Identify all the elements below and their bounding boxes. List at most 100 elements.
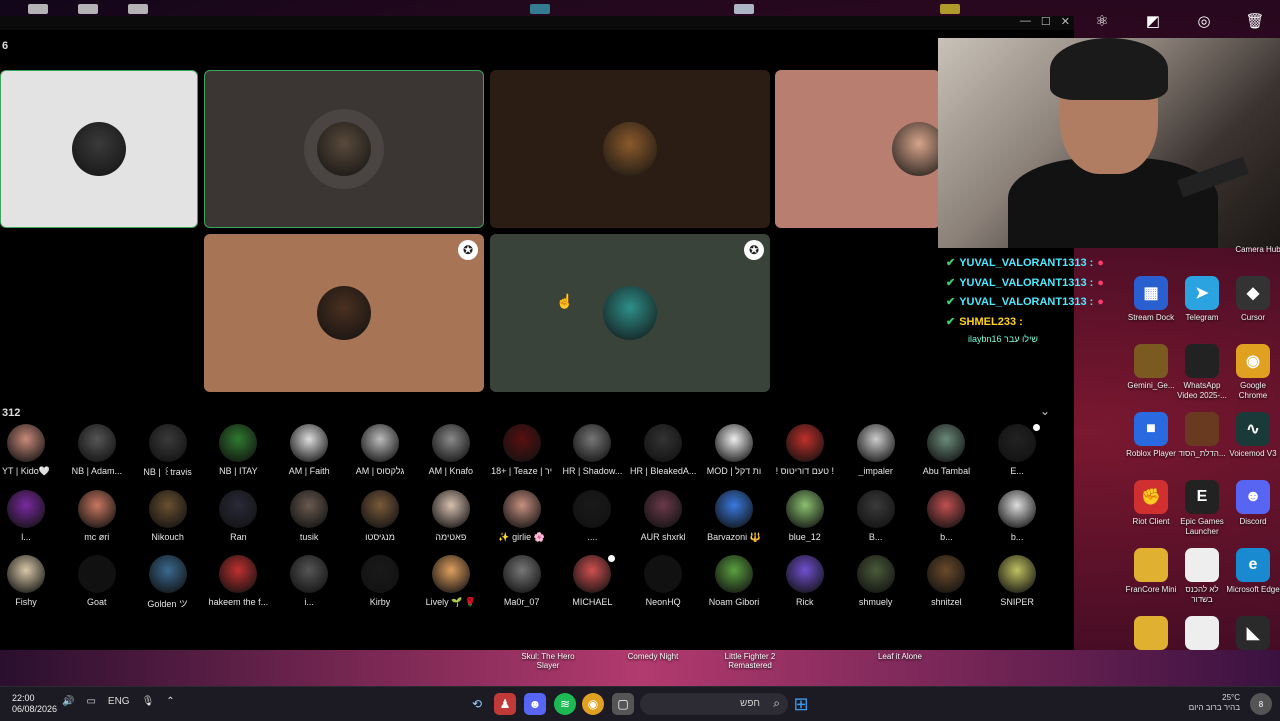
- desktop-shortcut[interactable]: Gemini_Ge...: [1123, 344, 1179, 391]
- audience-member[interactable]: AM | גלקסוס: [345, 424, 415, 476]
- windows-start-icon[interactable]: ⊞: [790, 693, 812, 715]
- maximize-button[interactable]: ☐: [1041, 16, 1051, 28]
- desktop-shortcut[interactable]: ☻ Discord: [1225, 480, 1280, 527]
- audience-member[interactable]: mc øri: [62, 489, 132, 542]
- audience-member[interactable]: Goat: [62, 555, 132, 607]
- weather-widget[interactable]: 25°C בהיר ברוב היום: [1189, 693, 1240, 713]
- audience-member[interactable]: tusik: [274, 489, 344, 542]
- audience-member[interactable]: Fishy: [0, 555, 61, 607]
- notification-icon[interactable]: 8: [1250, 693, 1272, 715]
- minimize-button[interactable]: —: [1020, 16, 1031, 28]
- steam-icon[interactable]: ⟲: [466, 693, 488, 715]
- discord-taskbar-icon[interactable]: ☻: [524, 693, 546, 715]
- speaker-tile[interactable]: ✪: [490, 234, 770, 392]
- game-title[interactable]: Leaf it Alone: [872, 652, 928, 661]
- file-icon[interactable]: [128, 4, 148, 14]
- collapse-chevron-icon[interactable]: ⌄: [1040, 404, 1050, 418]
- speaker-tile[interactable]: [204, 70, 484, 228]
- audience-member[interactable]: B...: [841, 489, 911, 542]
- audience-member[interactable]: Abu Tambal: [911, 424, 981, 476]
- audience-member[interactable]: blue_12: [770, 489, 840, 542]
- clock[interactable]: 22:00 06/08/2026: [12, 693, 57, 715]
- audience-member[interactable]: MOD | ות דקל: [699, 424, 769, 476]
- desktop-shortcut[interactable]: לא להכנס בשדור: [1174, 548, 1230, 605]
- file-icon[interactable]: [78, 4, 98, 14]
- desktop-shortcut[interactable]: ∿ Voicemod V3: [1225, 412, 1280, 459]
- audience-member[interactable]: hakeem the f...: [203, 555, 273, 607]
- speaker-tile[interactable]: [490, 70, 770, 228]
- desktop-shortcut[interactable]: E Epic Games Launcher: [1174, 480, 1230, 537]
- audience-member[interactable]: AM | Faith: [274, 424, 344, 476]
- audience-member[interactable]: ! טעם דוריטוס !: [770, 424, 840, 476]
- audience-member[interactable]: _impaler: [841, 424, 911, 476]
- audience-member[interactable]: Lively 🌱 🌹: [416, 555, 486, 608]
- app-icon[interactable]: [734, 4, 754, 14]
- audience-member[interactable]: HR | BleakedA...: [628, 424, 698, 476]
- app-icon[interactable]: [940, 4, 960, 14]
- audience-member[interactable]: NB | ITAY: [203, 424, 273, 476]
- audience-member[interactable]: מנגיסטו: [345, 489, 415, 542]
- audience-member[interactable]: MICHAEL: [557, 553, 627, 607]
- desktop-shortcut[interactable]: ✊ Riot Client: [1123, 480, 1179, 527]
- game-title[interactable]: Little Fighter 2 Remastered: [722, 652, 778, 670]
- chrome-taskbar-icon[interactable]: ◉: [582, 693, 604, 715]
- speaker-tile[interactable]: ✪: [204, 234, 484, 392]
- audience-member[interactable]: shmuely: [841, 555, 911, 607]
- desktop-shortcut[interactable]: FranCore Mini: [1123, 548, 1179, 595]
- audience-member[interactable]: ✨ girlie 🌸: [487, 489, 557, 543]
- app-icon-1[interactable]: ⚛: [1086, 5, 1118, 37]
- audience-member[interactable]: NB | ꒰travis: [133, 424, 203, 478]
- audience-member[interactable]: shnitzel: [911, 555, 981, 607]
- desktop-shortcut[interactable]: WhatsApp Video 2025-...: [1174, 344, 1230, 401]
- audience-member[interactable]: b...: [911, 489, 981, 542]
- desktop-shortcut[interactable]: הדלת_הסוד...: [1174, 412, 1230, 459]
- app-icon[interactable]: ♟: [494, 693, 516, 715]
- obs-icon[interactable]: ◎: [1188, 5, 1220, 37]
- recycle-bin-icon[interactable]: 🗑: [1239, 5, 1271, 37]
- desktop-shortcut[interactable]: Camera Hub: [1230, 242, 1280, 255]
- desktop-shortcut[interactable]: ➤ Telegram: [1174, 276, 1230, 323]
- audience-member[interactable]: SNIPER: [982, 555, 1052, 607]
- game-title[interactable]: Comedy Night: [625, 652, 681, 661]
- desktop-shortcut[interactable]: ◉ Google Chrome: [1225, 344, 1280, 401]
- close-button[interactable]: ✕: [1061, 16, 1070, 28]
- audience-member[interactable]: Ma0r_07: [487, 555, 557, 607]
- audience-member[interactable]: AM | Knafo: [416, 424, 486, 476]
- app-icon[interactable]: [530, 4, 550, 14]
- audience-member[interactable]: NB | Adam...: [62, 424, 132, 476]
- audience-member[interactable]: Barvazoni 🔱: [699, 489, 769, 543]
- desktop-shortcut[interactable]: e Microsoft Edge: [1225, 548, 1280, 595]
- audience-member[interactable]: Noam Gibori: [699, 555, 769, 607]
- speaker-tile[interactable]: [0, 70, 198, 228]
- audience-member[interactable]: ....: [557, 489, 627, 542]
- desktop-shortcut[interactable]: ■ Roblox Player: [1123, 412, 1179, 459]
- speaker-tile[interactable]: [775, 70, 940, 228]
- audience-member[interactable]: E...: [982, 422, 1052, 476]
- audience-member[interactable]: Rick: [770, 555, 840, 607]
- chevron-up-icon[interactable]: ⌃: [166, 696, 174, 707]
- desktop-shortcut[interactable]: ◆ Cursor: [1225, 276, 1280, 323]
- audience-member[interactable]: HR | Shadow...: [557, 424, 627, 476]
- audience-member[interactable]: b...: [982, 489, 1052, 542]
- audience-member[interactable]: פאטימה: [416, 489, 486, 542]
- audience-member[interactable]: YT | Kido🤍: [0, 424, 61, 477]
- language-indicator[interactable]: ENG: [108, 696, 130, 707]
- audience-member[interactable]: Kirby: [345, 555, 415, 607]
- audience-member[interactable]: 18+ | Teaze | יר: [487, 424, 557, 476]
- desktop-shortcut[interactable]: ▦ Stream Dock: [1123, 276, 1179, 323]
- file-icon[interactable]: [28, 4, 48, 14]
- audience-member[interactable]: AUR shxrkl: [628, 489, 698, 542]
- audience-member[interactable]: l...: [0, 489, 61, 542]
- audience-member[interactable]: Nikouch: [133, 489, 203, 542]
- speaker-icon[interactable]: 🔊: [62, 696, 74, 707]
- game-title[interactable]: Skul: The Hero Slayer: [520, 652, 576, 670]
- audience-member[interactable]: i...: [274, 555, 344, 607]
- task-view-icon[interactable]: ▢: [612, 693, 634, 715]
- audience-member[interactable]: Golden ツ: [133, 555, 203, 610]
- spotify-icon[interactable]: ≋: [554, 693, 576, 715]
- microphone-icon[interactable]: 🎙: [142, 696, 155, 707]
- audience-member[interactable]: NeonHQ: [628, 555, 698, 607]
- audience-member[interactable]: Ran: [203, 489, 273, 542]
- search-box[interactable]: חפש ⌕: [640, 693, 788, 715]
- roblox-studio-icon[interactable]: ◩: [1137, 5, 1169, 37]
